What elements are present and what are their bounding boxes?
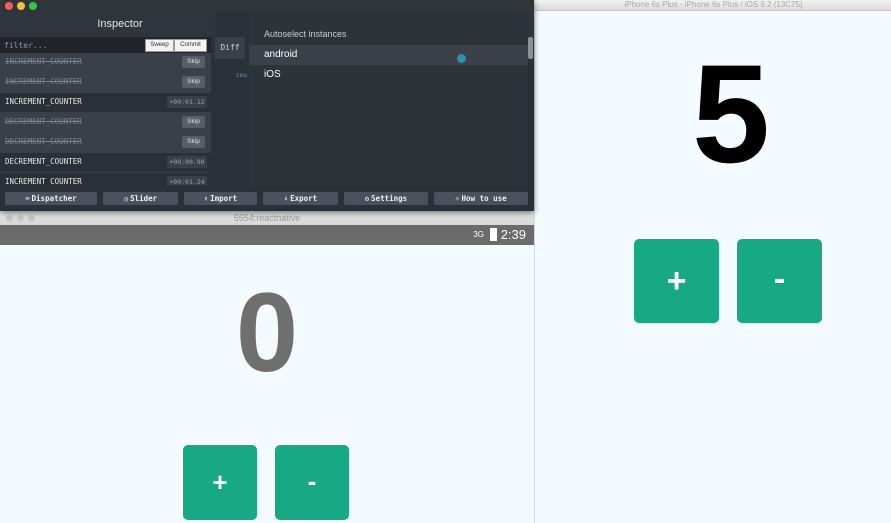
ios-counter-value: 5 bbox=[692, 35, 770, 192]
skip-button[interactable]: Skip bbox=[182, 116, 205, 128]
action-row[interactable]: INCREMENT_COUNTER +00:01.12 bbox=[0, 93, 211, 113]
status-clock: 2:39 bbox=[500, 227, 526, 242]
android-decrement-button[interactable]: - bbox=[275, 445, 349, 520]
android-increment-button[interactable]: + bbox=[183, 445, 257, 520]
action-name: INCREMENT_COUNTER bbox=[5, 77, 82, 86]
android-status-bar: 3G 2:39 bbox=[0, 225, 534, 245]
action-timestamp: +00:00.90 bbox=[167, 156, 207, 168]
ios-window-title: iPhone 6s Plus - iPhone 6s Plus / iOS 9.… bbox=[535, 0, 891, 11]
ios-simulator-window: iPhone 6s Plus - iPhone 6s Plus / iOS 9.… bbox=[534, 0, 891, 523]
minimize-dot-icon[interactable] bbox=[17, 215, 24, 222]
how-to-use-label: How to use bbox=[461, 194, 507, 203]
skip-button[interactable]: Skip bbox=[182, 76, 205, 88]
export-label: Export bbox=[290, 194, 318, 203]
pointer-cursor-icon bbox=[457, 54, 466, 63]
gear-icon: ⚙ bbox=[364, 195, 370, 203]
dispatcher-button[interactable]: ⌨ Dispatcher bbox=[5, 192, 97, 205]
how-to-use-button[interactable]: ☼ How to use bbox=[434, 192, 528, 205]
action-row[interactable]: INCREMENT_COUNTER Skip bbox=[0, 73, 211, 93]
download-icon: ⬇ bbox=[283, 195, 289, 203]
skip-button[interactable]: Skip bbox=[182, 136, 205, 148]
dropdown-item-label: android bbox=[264, 49, 298, 60]
action-name: DECREMENT_COUNTER bbox=[5, 157, 82, 166]
android-window-titlebar: 5554:reactnative bbox=[0, 211, 534, 225]
dropdown-item-ios[interactable]: iOS bbox=[249, 65, 528, 85]
zoom-dot-icon[interactable] bbox=[29, 2, 37, 10]
action-name: DECREMENT_COUNTER bbox=[5, 137, 82, 146]
ios-increment-button[interactable]: + bbox=[634, 239, 719, 323]
close-dot-icon[interactable] bbox=[5, 2, 13, 10]
zoom-dot-icon[interactable] bbox=[28, 215, 35, 222]
commit-button[interactable]: Commit bbox=[174, 39, 207, 52]
action-name: INCREMENT_COUNTER bbox=[5, 57, 82, 66]
dropdown-item-android[interactable]: android bbox=[249, 45, 528, 65]
dispatcher-label: Dispatcher bbox=[31, 194, 77, 203]
ios-decrement-button[interactable]: - bbox=[737, 239, 822, 323]
inspector-titlebar bbox=[0, 0, 534, 12]
slider-label: Slider bbox=[130, 194, 158, 203]
settings-button[interactable]: ⚙ Settings bbox=[344, 192, 428, 205]
android-emulator-window: 5554:reactnative 3G 2:39 0 + - bbox=[0, 211, 534, 523]
keyboard-icon: ⌨ bbox=[25, 195, 30, 203]
action-timestamp: +00:01.12 bbox=[167, 96, 207, 108]
dropdown-heading: Autoselect instances bbox=[264, 29, 347, 39]
inspector-window: Inspector Sweep Commit INCREMENT_COUNTER… bbox=[0, 0, 534, 211]
network-signal-icon: 3G bbox=[473, 230, 484, 239]
inspector-title: Inspector bbox=[97, 18, 143, 30]
inspector-toolbar: ⌨ Dispatcher ◷ Slider ⬆ Import ⬇ Export ⚙ Set… bbox=[0, 185, 534, 211]
lightbulb-icon: ☼ bbox=[455, 195, 460, 203]
settings-label: Settings bbox=[371, 194, 408, 203]
action-row[interactable]: INCREMENT_COUNTER Skip bbox=[0, 53, 211, 73]
import-label: Import bbox=[210, 194, 238, 203]
minimize-dot-icon[interactable] bbox=[17, 2, 25, 10]
action-name: DECREMENT_COUNTER bbox=[5, 117, 82, 126]
tab-diff[interactable]: Diff bbox=[215, 37, 245, 59]
action-list: INCREMENT_COUNTER Skip INCREMENT_COUNTER Sk… bbox=[0, 53, 211, 193]
import-button[interactable]: ⬆ Import bbox=[184, 192, 257, 205]
stopwatch-icon: ◷ bbox=[123, 195, 129, 203]
skip-button[interactable]: Skip bbox=[182, 56, 205, 68]
diff-state-key: cou bbox=[236, 72, 247, 79]
slider-button[interactable]: ◷ Slider bbox=[103, 192, 178, 205]
action-row[interactable]: DECREMENT_COUNTER Skip bbox=[0, 113, 211, 133]
export-button[interactable]: ⬇ Export bbox=[263, 192, 338, 205]
action-name: INCREMENT_COUNTER bbox=[5, 97, 82, 106]
dropdown-item-label: iOS bbox=[264, 69, 281, 80]
battery-icon bbox=[490, 228, 497, 241]
filter-bar: Sweep Commit bbox=[0, 37, 211, 53]
upload-icon: ⬆ bbox=[203, 195, 209, 203]
android-counter-value: 0 bbox=[235, 270, 299, 395]
sweep-button[interactable]: Sweep bbox=[145, 39, 174, 52]
close-dot-icon[interactable] bbox=[6, 215, 13, 222]
android-window-title: 5554:reactnative bbox=[233, 213, 301, 223]
action-row[interactable]: DECREMENT_COUNTER +00:00.90 bbox=[0, 153, 211, 173]
instance-dropdown: Autoselect instances android iOS bbox=[249, 12, 528, 185]
filter-input[interactable] bbox=[4, 38, 134, 52]
action-row[interactable]: DECREMENT_COUNTER Skip bbox=[0, 133, 211, 153]
dropdown-scrollbar[interactable] bbox=[528, 37, 533, 59]
